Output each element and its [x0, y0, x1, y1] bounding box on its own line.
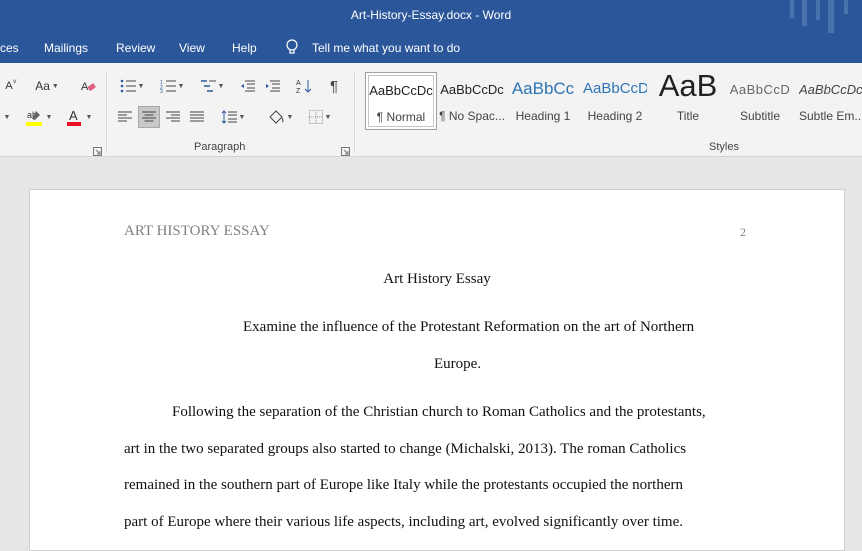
svg-text:Z: Z: [296, 88, 301, 94]
tab-review[interactable]: Review: [116, 41, 155, 55]
page-header-title: ART HISTORY ESSAY: [124, 223, 270, 239]
body-line: part of Europe where their various life …: [124, 514, 683, 530]
bullets-button[interactable]: ▼: [114, 75, 150, 97]
essay-prompt-line: Examine the influence of the Protestant …: [243, 319, 695, 335]
style-preview: AaBbCcDc: [440, 82, 504, 97]
style-subtitle[interactable]: AaBbCcD Subtitle: [727, 72, 793, 128]
style-preview: AaBbCcDc: [799, 82, 862, 97]
menu-bar: ces Mailings Review View Help Tell me wh…: [0, 33, 862, 63]
change-case-button[interactable]: Aa ▼: [30, 75, 64, 97]
style-name: ¶ Normal: [376, 110, 426, 124]
tell-me-search[interactable]: Tell me what you want to do: [312, 41, 460, 55]
sort-icon[interactable]: AZ: [293, 75, 315, 97]
style-name: Heading 1: [515, 109, 571, 123]
window-title: Art-History-Essay.docx - Word: [350, 8, 512, 22]
chevron-down-icon[interactable]: ▼: [0, 106, 12, 128]
style-name: Heading 2: [587, 109, 643, 123]
style-title[interactable]: AaB Title: [655, 72, 721, 128]
group-separator: [354, 71, 355, 153]
paragraph-group-label: Paragraph: [194, 141, 246, 153]
style-heading-1[interactable]: AaBbCc Heading 1: [511, 72, 575, 128]
tab-help[interactable]: Help: [232, 41, 257, 55]
highlight-swatch: [25, 122, 42, 126]
show-formatting-marks-icon[interactable]: ¶: [323, 75, 345, 97]
style-preview: AaBbCcD: [729, 82, 791, 97]
increase-indent-icon[interactable]: [261, 75, 283, 97]
borders-button[interactable]: ▼: [302, 106, 338, 128]
titlebar-decoration: [790, 0, 848, 33]
essay-title: Art History Essay: [383, 271, 491, 287]
style-preview: AaB: [658, 72, 718, 103]
styles-gallery: AaBbCcDc ¶ Normal AaBbCcDc ¶ No Spac... …: [363, 72, 862, 130]
align-center-icon[interactable]: [138, 106, 160, 128]
justify-icon[interactable]: [186, 106, 208, 128]
style-preview: AaBbCcD: [583, 80, 647, 97]
style-name: ¶ No Spac...: [439, 109, 505, 123]
body-line: remained in the southern part of Europe …: [124, 477, 683, 493]
styles-group-label: Styles: [709, 141, 739, 153]
font-color-swatch: [66, 122, 81, 126]
essay-prompt-line: Europe.: [434, 356, 482, 372]
tab-view[interactable]: View: [179, 41, 205, 55]
group-separator: [106, 71, 107, 153]
align-left-icon[interactable]: [114, 106, 136, 128]
style-heading-2[interactable]: AaBbCcD Heading 2: [583, 72, 647, 128]
tab-references[interactable]: ces: [0, 41, 19, 55]
svg-text:A: A: [69, 108, 78, 123]
align-right-icon[interactable]: [162, 106, 184, 128]
highlight-color-button[interactable]: ab ▼: [20, 106, 56, 128]
font-color-button[interactable]: A ▼: [60, 106, 96, 128]
font-dialog-launcher-icon[interactable]: [93, 143, 102, 156]
style-preview: AaBbCcDc: [369, 83, 433, 98]
lightbulb-icon: [285, 39, 299, 59]
style-subtle-emphasis[interactable]: AaBbCcDc Subtle Em...: [799, 72, 862, 128]
shading-button[interactable]: ▼: [262, 106, 298, 128]
decrease-indent-icon[interactable]: [236, 75, 258, 97]
body-line: Following the separation of the Christia…: [172, 404, 706, 420]
shrink-font-button[interactable]: A ˅: [0, 75, 22, 97]
numbering-button[interactable]: 1 2 3 ▼: [154, 75, 190, 97]
style-name: Subtle Em...: [799, 109, 862, 123]
clear-formatting-icon[interactable]: A: [77, 75, 99, 97]
change-case-label: Aa: [35, 79, 50, 93]
style-no-spacing[interactable]: AaBbCcDc ¶ No Spac...: [439, 72, 505, 128]
document-page[interactable]: ART HISTORY ESSAY 2 Art History Essay Ex…: [29, 189, 845, 551]
svg-text:A: A: [296, 80, 301, 87]
svg-text:A: A: [81, 81, 89, 93]
svg-text:3: 3: [160, 89, 163, 93]
page-number: 2: [740, 225, 746, 239]
title-bar: Art-History-Essay.docx - Word: [0, 0, 862, 33]
body-line: art in the two separated groups also sta…: [124, 441, 687, 457]
style-preview: AaBbCc: [511, 79, 575, 98]
tab-mailings[interactable]: Mailings: [44, 41, 88, 55]
style-name: Subtitle: [739, 109, 781, 123]
line-spacing-button[interactable]: ▼: [216, 106, 250, 128]
multilevel-list-button[interactable]: ▼: [194, 75, 230, 97]
style-name: Title: [676, 109, 700, 123]
paragraph-dialog-launcher-icon[interactable]: [341, 143, 350, 156]
style-normal[interactable]: AaBbCcDc ¶ Normal: [365, 72, 437, 130]
